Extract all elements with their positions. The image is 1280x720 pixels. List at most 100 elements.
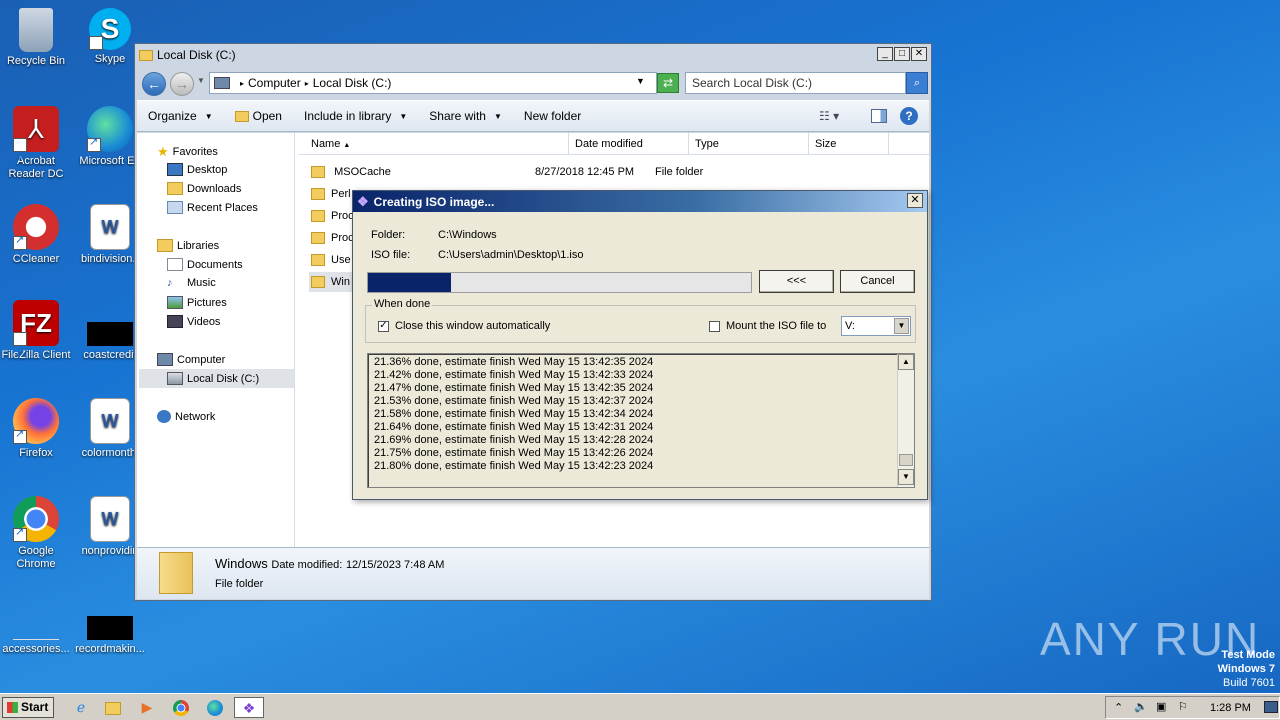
desktop-icon-acrobat[interactable]: ⅄ Acrobat Reader DC [0, 106, 74, 182]
explorer-taskbar-icon[interactable] [98, 697, 128, 718]
when-done-title: When done [372, 298, 433, 310]
edge-icon [207, 700, 223, 717]
scroll-up-arrow-icon[interactable]: ▲ [898, 354, 914, 370]
maximize-button[interactable]: □ [894, 47, 910, 61]
nav-music[interactable]: ♪ Music [167, 277, 216, 289]
documents-icon [167, 258, 183, 271]
desktop-icon-firefox[interactable]: Firefox [0, 398, 74, 460]
close-automatically-label: Close this window automatically [395, 320, 551, 332]
nav-computer[interactable]: Computer [157, 353, 225, 366]
desktop-icon-chrome[interactable]: Google Chrome [0, 496, 74, 571]
scroll-thumb[interactable] [899, 454, 913, 466]
show-desktop-button[interactable] [1264, 701, 1278, 713]
scroll-down-arrow-icon[interactable]: ▼ [898, 469, 914, 485]
organize-button[interactable]: Organize ▼ [137, 109, 224, 123]
nav-downloads[interactable]: Downloads [167, 182, 241, 195]
ie-taskbar-icon[interactable]: ℯ [66, 697, 96, 718]
dialog-close-button[interactable]: ✕ [907, 193, 923, 208]
desktop-icon-label: Google Chrome [16, 545, 56, 570]
desktop-icon-accessories[interactable]: accessories... [0, 594, 74, 656]
view-options-icon[interactable]: ☷ ▾ [819, 109, 839, 123]
nav-libraries[interactable]: Libraries [157, 239, 219, 252]
file-row[interactable]: MSOCache 8/27/2018 12:45 PM File folder [311, 162, 911, 182]
close-automatically-checkbox[interactable]: ✓ [378, 321, 389, 332]
ccleaner-icon [13, 204, 59, 250]
nav-recent-places[interactable]: Recent Places [167, 201, 258, 214]
chevron-down-icon: ▼ [493, 111, 502, 121]
breadcrumb-computer[interactable]: Computer [248, 76, 301, 90]
volume-icon[interactable]: 🔈 [1134, 700, 1148, 713]
nav-pictures[interactable]: Pictures [167, 296, 227, 309]
computer-icon [157, 353, 173, 366]
search-icon[interactable]: ⌕ [906, 72, 928, 94]
breadcrumb-arrow-icon: ▸ [240, 78, 245, 88]
iso-app-taskbar-button[interactable]: ❖ [234, 697, 264, 718]
chevron-down-icon[interactable]: ▼ [636, 76, 645, 86]
column-size[interactable]: Size [809, 133, 889, 155]
desktop-icon-label: coastcredit [83, 349, 137, 361]
column-date[interactable]: Date modified [569, 133, 689, 155]
open-button[interactable]: Open [224, 109, 293, 123]
column-type[interactable]: Type [689, 133, 809, 155]
breadcrumb-local-disk[interactable]: Local Disk (C:) [313, 76, 392, 90]
mount-drive-select[interactable]: V: ▼ [841, 316, 911, 336]
edge-icon [87, 106, 133, 152]
file-row[interactable]: Perl [311, 184, 351, 204]
clock[interactable]: 1:28 PM [1210, 702, 1251, 714]
minimize-button[interactable]: _ [877, 47, 893, 61]
desktop-icon-recordmakin[interactable]: recordmakin... [72, 594, 148, 656]
iso-file-value: C:\Users\admin\Desktop\1.iso [438, 249, 584, 261]
file-row[interactable]: Proc [311, 206, 354, 226]
file-thumbnail-icon [13, 594, 59, 640]
action-center-icon[interactable]: ⚐ [1178, 700, 1188, 713]
file-row[interactable]: Proc [311, 228, 354, 248]
nav-videos[interactable]: Videos [167, 315, 220, 328]
forward-button[interactable]: → [170, 72, 194, 96]
include-in-library-button[interactable]: Include in library ▼ [293, 109, 418, 123]
column-name[interactable]: Name ▲ [299, 133, 569, 155]
chrome-icon [13, 496, 59, 542]
nav-label: Downloads [187, 182, 242, 195]
filezilla-icon: FZ [13, 300, 59, 376]
preview-pane-icon[interactable] [871, 109, 887, 123]
show-hidden-icons-icon[interactable]: ⌃ [1114, 701, 1123, 714]
desktop-icon-ccleaner[interactable]: CCleaner [0, 204, 74, 266]
explorer-titlebar[interactable]: Local Disk (C:) [135, 44, 931, 66]
share-with-button[interactable]: Share with ▼ [418, 109, 513, 123]
nav-documents[interactable]: Documents [167, 258, 243, 271]
word-document-icon: W [90, 398, 130, 444]
address-bar[interactable]: ▸ Computer ▸ Local Disk (C:) ▼ [209, 72, 657, 94]
back-button[interactable]: ← [142, 72, 166, 96]
edge-taskbar-icon[interactable] [200, 697, 230, 718]
desktop-icon-filezilla[interactable]: FZ FileZilla Client [0, 300, 74, 376]
nav-network[interactable]: Network [157, 410, 215, 423]
desktop-icon-label: colormonthl [81, 447, 139, 459]
folder-icon [311, 188, 325, 201]
file-row[interactable]: Use [311, 250, 351, 270]
cancel-button[interactable]: Cancel [840, 270, 915, 293]
file-name: Proc [331, 232, 354, 244]
desktop-icon-label: recordmakin... [75, 643, 145, 655]
dialog-titlebar[interactable]: ❖ Creating ISO image... [353, 191, 927, 212]
history-dropdown[interactable]: ▼ [197, 76, 205, 85]
network-tray-icon[interactable]: ▣ [1156, 700, 1166, 713]
refresh-button[interactable]: ⇄ [657, 73, 679, 93]
collapse-button[interactable]: <<< [759, 270, 834, 293]
log-line: 21.36% done, estimate finish Wed May 15 … [374, 356, 654, 368]
search-input[interactable]: Search Local Disk (C:) [685, 72, 906, 94]
log-scrollbar[interactable]: ▲ ▼ [897, 354, 914, 487]
nav-desktop[interactable]: Desktop [167, 163, 227, 176]
media-player-taskbar-icon[interactable]: ▶ [132, 697, 162, 718]
desktop-icon-recycle-bin[interactable]: Recycle Bin [0, 8, 74, 68]
mount-iso-checkbox[interactable] [709, 321, 720, 332]
nav-local-disk[interactable]: Local Disk (C:) [167, 372, 259, 385]
close-button[interactable]: ✕ [911, 47, 927, 61]
chrome-taskbar-icon[interactable] [166, 697, 196, 718]
file-row-selected[interactable]: Win [309, 272, 353, 292]
log-line: 21.64% done, estimate finish Wed May 15 … [374, 421, 654, 433]
start-button[interactable]: Start [2, 697, 54, 718]
nav-favorites[interactable]: ★ Favorites [157, 144, 218, 160]
nav-label: Videos [187, 315, 221, 328]
new-folder-button[interactable]: New folder [513, 109, 592, 123]
help-icon[interactable]: ? [900, 107, 918, 125]
